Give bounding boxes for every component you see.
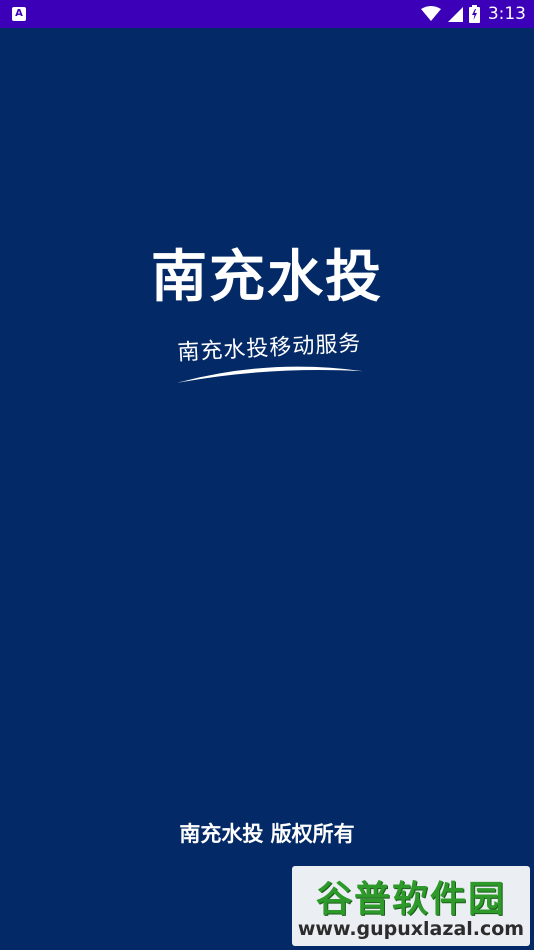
notification-app-icon: A [12,7,26,21]
status-bar: A 3:13 [0,0,534,28]
wifi-icon [420,6,441,21]
watermark-logo: 谷普软件园 www.gupuxlazal.com [292,866,530,946]
signal-icon [447,7,463,22]
copyright-text: 南充水投 版权所有 [179,822,355,846]
status-time: 3:13 [487,4,526,24]
app-title: 南充水投 [151,245,383,310]
watermark-title: 谷普软件园 [315,879,506,920]
status-icons: 3:13 [420,4,526,24]
battery-icon [468,5,480,23]
tagline-group: 南充水投移动服务 [159,324,382,395]
watermark-url: www.gupuxlazal.com [297,918,525,940]
